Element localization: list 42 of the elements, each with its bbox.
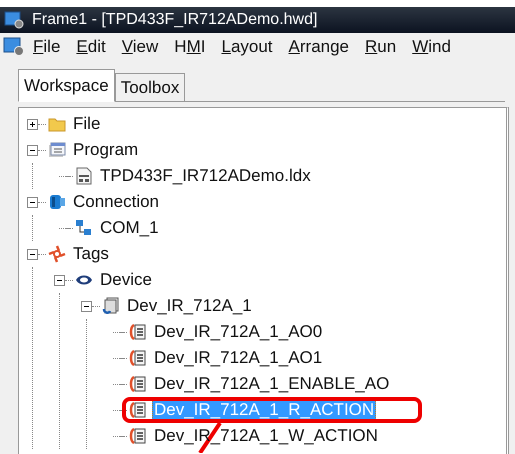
tree-item[interactable]: Dev_IR_712A_1	[125, 296, 254, 316]
app-icon[interactable]	[3, 37, 25, 57]
menu-item[interactable]: View	[114, 37, 166, 57]
swirl-icon	[48, 245, 66, 263]
expander-icon[interactable]	[27, 118, 38, 130]
tag-list-icon	[129, 375, 147, 393]
panel-tab[interactable]: Workspace	[18, 69, 115, 102]
tree-item[interactable]: Connection	[71, 192, 162, 212]
panel-tab[interactable]: Toolbox	[114, 73, 186, 101]
tree-item[interactable]: COM_1	[98, 218, 161, 238]
expander-icon[interactable]	[81, 300, 92, 312]
tree-item[interactable]: Dev_IR_712A_1_ENABLE_AO	[152, 374, 392, 394]
tree-item[interactable]: TPD433F_IR712ADemo.ldx	[98, 166, 313, 186]
menu-item[interactable]: Wind	[404, 37, 459, 57]
menu-item[interactable]: Arrange	[280, 37, 358, 57]
menu-item[interactable]: Edit	[68, 37, 114, 57]
app-icon	[4, 11, 24, 29]
network-icon	[75, 219, 93, 237]
tag-list-icon	[129, 401, 147, 419]
tag-list-icon	[129, 427, 147, 445]
tree-item[interactable]: Dev_IR_712A_1_AO1	[152, 348, 324, 368]
tag-list-icon	[129, 349, 147, 367]
tree-item[interactable]: Dev_IR_712A_1_AO0	[152, 322, 324, 342]
expander-icon[interactable]	[27, 196, 38, 208]
document-icon	[75, 167, 93, 185]
tree-item[interactable]: File	[71, 114, 102, 134]
window-icon	[48, 142, 66, 158]
folder-icon	[48, 116, 66, 132]
tag-list-icon	[129, 323, 147, 341]
connector-icon	[48, 193, 66, 211]
menu-item[interactable]: Layout	[213, 37, 281, 57]
expander-icon[interactable]	[54, 274, 65, 286]
device-icon	[102, 297, 120, 315]
window-title: Frame1 - [TPD433F_IR712ADemo.hwd]	[32, 11, 318, 29]
tree-item[interactable]: Program	[71, 140, 140, 160]
menu-item[interactable]: File	[25, 37, 68, 57]
menu-item[interactable]: HMI	[166, 37, 214, 57]
expander-icon[interactable]	[27, 248, 38, 260]
menu-item[interactable]: Run	[357, 37, 404, 57]
expander-icon[interactable]	[27, 144, 38, 156]
tree-item[interactable]: Tags	[71, 244, 111, 264]
tree-item[interactable]: Device	[98, 270, 154, 290]
